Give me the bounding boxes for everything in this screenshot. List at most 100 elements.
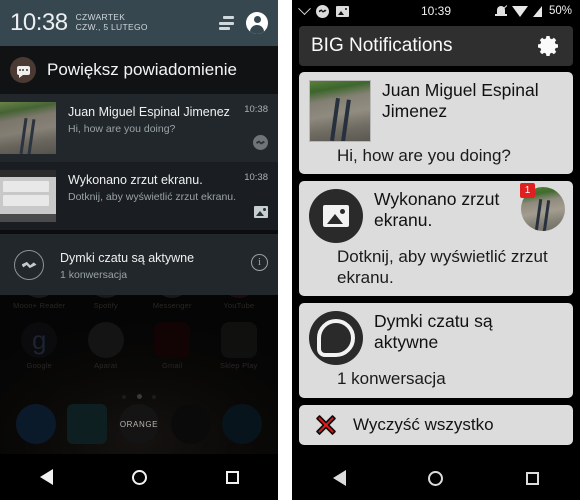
back-icon[interactable] [39,469,53,485]
page-dot-active [136,394,142,399]
messenger-icon [253,135,268,150]
messenger-icon [309,311,363,366]
app-play-store[interactable]: Sklep Play [210,322,268,370]
sort-icon[interactable] [216,16,234,30]
notification-row-message[interactable]: Juan Miguel Espinal Jimenez Hi, how are … [0,94,278,162]
screenshot-stage: Moon+ Reader Spotify Messenger YouTube g [0,0,580,500]
app-label: Messenger [152,301,192,310]
card-row: Dymki czatu są aktywne [309,311,563,366]
app-google[interactable]: g Google [10,322,68,370]
right-nav-bar [292,456,580,500]
app-title: BIG Notifications [311,35,453,56]
left-notification-list: Juan Miguel Espinal Jimenez Hi, how are … [0,94,278,295]
card-content: Dymki czatu są aktywne [374,311,534,352]
card-text: Hi, how are you doing? [337,146,511,165]
home-page-indicator [0,386,278,404]
notification-body: Juan Miguel Espinal Jimenez Hi, how are … [56,102,244,154]
notification-time: 10:38 [244,104,268,115]
red-x-icon [313,412,339,438]
notification-body: Dymki czatu są aktywne 1 konwersacja [44,244,251,283]
recents-icon[interactable] [525,471,539,485]
big-notification-cards: Juan Miguel Espinal Jimenez Hi, how are … [292,66,580,445]
notification-text: Dotknij, aby wyświetlić zrzut ekranu. [68,190,237,203]
card-screenshot[interactable]: 1 Wykonano zrzut ekranu. Dotknij, aby wy… [299,181,573,297]
camera-icon [87,322,124,358]
orange-icon[interactable]: ORANGE [118,404,159,444]
recents-icon[interactable] [225,470,239,484]
left-app-header: Powiększ powiadomienie [0,46,278,94]
battery-percent: 50% [548,5,572,17]
notification-meta: 10:38 [244,170,268,222]
right-app-header: BIG Notifications [299,26,573,66]
left-phone-screen: Moon+ Reader Spotify Messenger YouTube g [0,0,278,500]
notification-text: Hi, how are you doing? [68,122,176,135]
browser-icon[interactable] [222,404,263,444]
right-status-bar: 10:39 50% [292,0,580,22]
status-bar-actions [216,12,268,34]
image-icon [309,189,363,244]
road-photo-thumbnail [0,102,56,154]
card-content: Wykonano zrzut ekranu. [374,189,524,230]
app-row-2: g Google Aparat Gmail Sklep Play [0,322,278,370]
info-icon[interactable]: i [251,253,268,271]
app-label: Spotify [93,301,118,310]
card-text: Dotknij, aby wyświetlić zrzut ekranu. [337,247,548,287]
status-badge: 1 [520,183,535,199]
home-icon[interactable] [131,469,147,485]
card-title: Juan Miguel Espinal Jimenez [382,80,539,121]
left-nav-bar [0,454,278,500]
play-store-icon [220,322,257,358]
page-dot [122,395,127,399]
right-phone-screen: 10:39 50% BIG Notifications Juan Miguel … [292,0,580,500]
app-label: Moon+ Reader [13,301,66,310]
orange-label: ORANGE [119,419,159,429]
app-label: Aparat [94,361,118,370]
app-label: YouTube [223,301,255,310]
notification-title: Wykonano zrzut ekranu. [68,173,203,187]
card-chat-heads[interactable]: Dymki czatu są aktywne 1 konwersacja [299,303,573,398]
notification-title: Juan Miguel Espinal Jimenez [68,105,230,119]
left-status-bar: 10:38 CZWARTEK CZW., 5 LUTEGO [0,0,278,46]
card-message[interactable]: Juan Miguel Espinal Jimenez Hi, how are … [299,72,573,175]
app-label: Gmail [161,361,183,370]
page-title: Powiększ powiadomienie [47,60,237,79]
mute-icon [494,5,508,17]
card-content: Juan Miguel Espinal Jimenez [382,80,563,121]
notification-meta: 10:38 [244,102,268,154]
clear-all-button[interactable]: Wyczyść wszystko [299,404,573,445]
card-text: 1 konwersacja [337,369,446,389]
notification-text: 1 konwersacja [60,268,128,281]
gmail-icon [154,322,191,358]
chat-bubble-icon [10,57,36,83]
contacts-icon[interactable] [67,404,108,444]
clear-all-label: Wyczyść wszystko [353,414,494,434]
notification-body: Wykonano zrzut ekranu. Dotknij, aby wyśw… [56,170,244,222]
status-system-icons: 50% [494,5,572,17]
app-camera[interactable]: Aparat [77,322,135,370]
notification-row-chat-heads[interactable]: Dymki czatu są aktywne 1 konwersacja i [0,230,278,295]
user-avatar-icon[interactable] [246,12,268,34]
status-clock: 10:38 [10,9,68,36]
google-icon: g [21,322,58,358]
back-icon[interactable] [333,470,347,486]
home-dock: ORANGE [0,404,278,444]
notification-meta: i [251,244,268,283]
signal-icon [532,5,542,17]
road-photo-thumbnail [309,80,371,142]
notification-title: Dymki czatu są aktywne [60,251,195,265]
notification-time: 10:38 [244,172,268,183]
home-icon[interactable] [428,470,444,486]
card-row: Juan Miguel Espinal Jimenez [309,80,563,142]
gear-icon[interactable] [537,34,561,58]
app-label: Sklep Play [220,361,258,370]
card-title: Dymki czatu są aktywne [374,311,493,352]
card-title: Wykonano zrzut ekranu. [374,189,500,231]
messages-icon[interactable] [170,404,211,444]
notification-row-screenshot[interactable]: Wykonano zrzut ekranu. Dotknij, aby wyśw… [0,162,278,230]
phone-icon[interactable] [15,404,56,444]
screenshot-thumbnail [0,170,56,222]
status-date: CZWARTEK CZW., 5 LUTEGO [76,13,148,32]
page-dot [151,395,156,399]
wifi-icon [511,5,528,17]
app-gmail[interactable]: Gmail [143,322,201,370]
